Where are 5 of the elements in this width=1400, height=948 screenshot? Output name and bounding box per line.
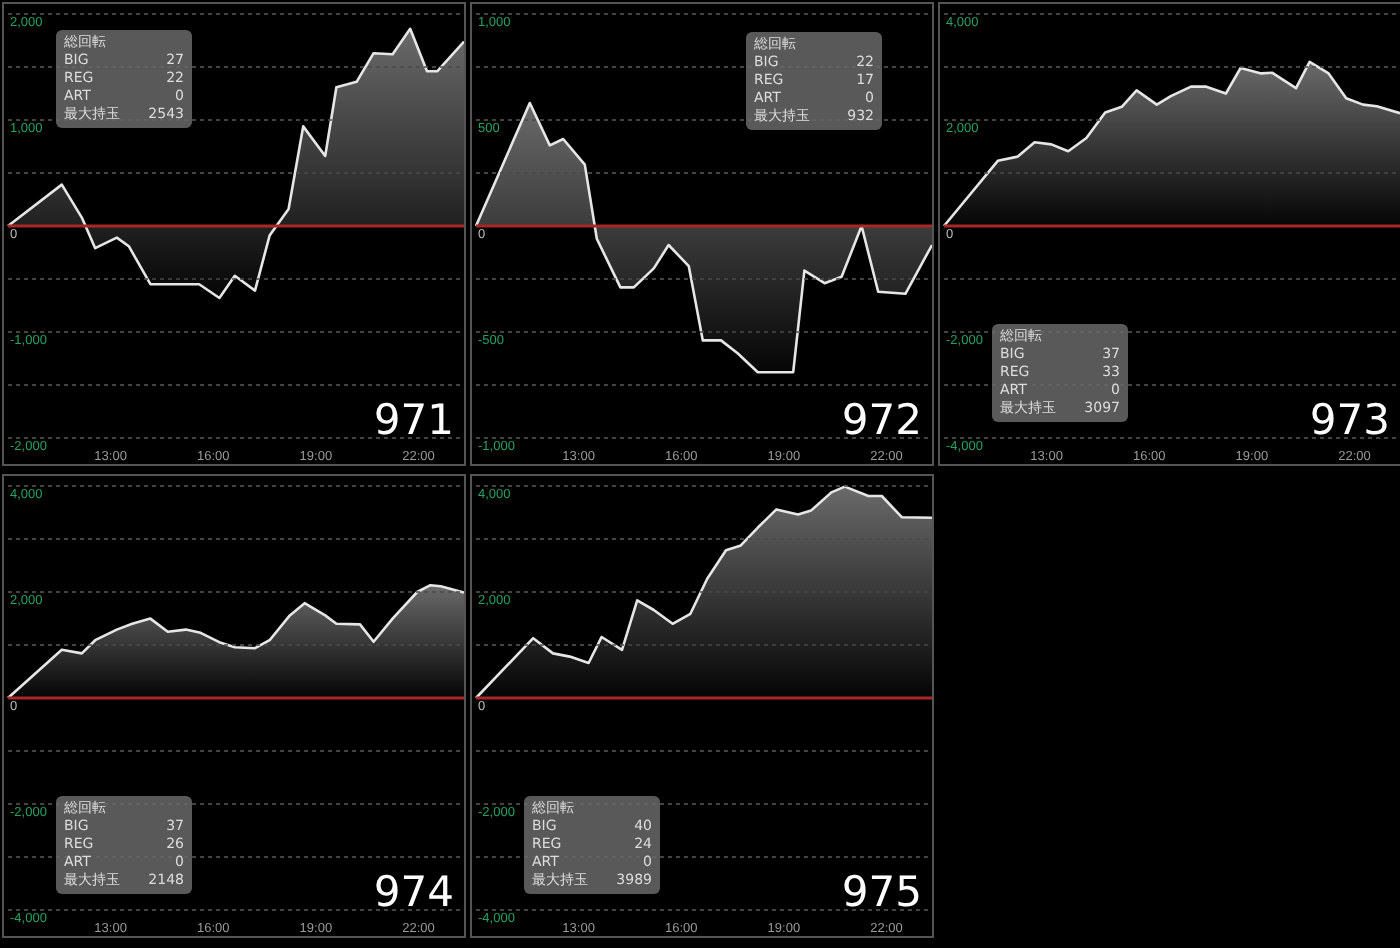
machine-number: 975: [841, 868, 922, 916]
machine-number: 973: [1309, 396, 1390, 444]
machine-number: 971: [373, 396, 454, 444]
machine-number: 972: [841, 396, 922, 444]
machine-number: 974: [373, 868, 454, 916]
